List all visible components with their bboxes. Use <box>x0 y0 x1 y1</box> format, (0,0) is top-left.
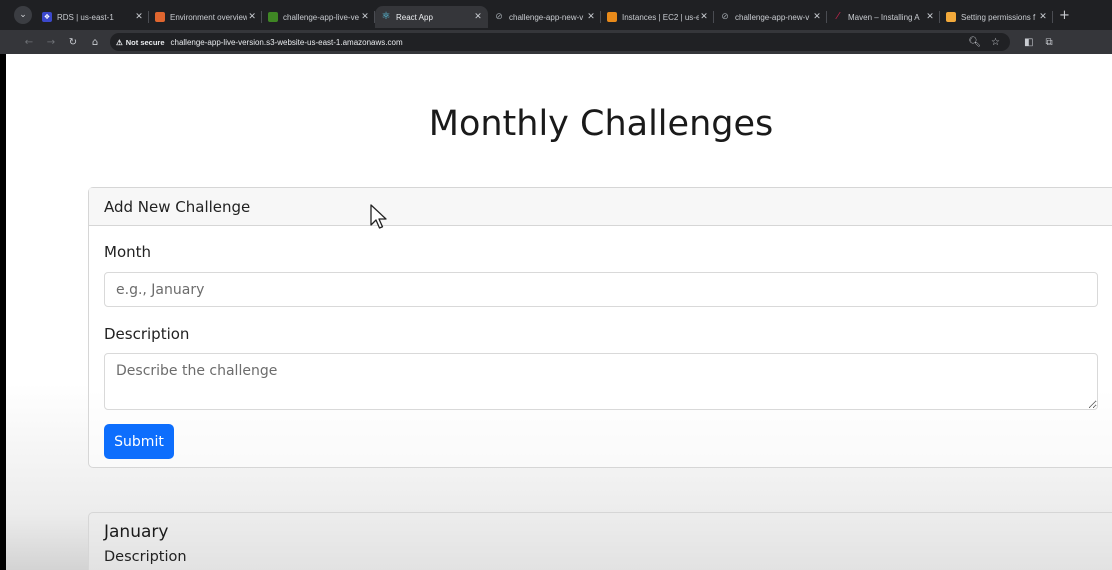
extensions-icon[interactable]: ⧉ <box>1045 37 1052 48</box>
description-textarea[interactable] <box>104 353 1098 410</box>
tab-title: Maven – Installing A <box>848 12 920 22</box>
close-tab-icon[interactable]: ✕ <box>473 12 483 22</box>
challenge-description-label: Description <box>104 549 187 565</box>
add-challenge-card: Add New Challenge Month Description Subm… <box>88 187 1112 468</box>
tab-title: Instances | EC2 | us-e <box>622 12 700 22</box>
browser-tab[interactable]: Instances | EC2 | us-e ✕ <box>601 6 714 28</box>
close-tab-icon[interactable]: ✕ <box>812 12 822 22</box>
browser-tab[interactable]: ⁄ Maven – Installing A ✕ <box>827 6 940 28</box>
add-challenge-form: Month Description Submit <box>89 243 1112 459</box>
tab-title: challenge-app-new-v <box>509 12 584 22</box>
browser-tab[interactable]: ⊘ challenge-app-new-v ✕ <box>714 6 827 28</box>
tab-title: challenge-app-new-v <box>735 12 810 22</box>
aws-s3-icon <box>268 12 278 22</box>
globe-icon: ⊘ <box>721 12 729 22</box>
month-input[interactable] <box>104 272 1098 307</box>
close-tab-icon[interactable]: ✕ <box>134 12 144 22</box>
bookmark-star-icon[interactable]: ☆ <box>991 37 1000 48</box>
forward-arrow-icon[interactable]: → <box>40 37 62 48</box>
submit-button[interactable]: Submit <box>104 424 174 459</box>
zoom-icon[interactable]: 🔍︎ <box>968 37 981 48</box>
react-icon: ⚛ <box>381 11 391 22</box>
security-label: Not secure <box>125 37 165 47</box>
browser-tab-active[interactable]: ⚛ React App ✕ <box>375 6 488 28</box>
url-text[interactable]: challenge-app-live-version.s3-website-us… <box>171 38 403 47</box>
globe-icon: ⊘ <box>495 12 503 22</box>
tab-title: RDS | us-east-1 <box>57 12 114 22</box>
new-tab-icon[interactable]: + <box>1059 8 1070 23</box>
challenge-month: January <box>104 522 169 542</box>
tab-title: Setting permissions f <box>961 12 1036 22</box>
page-title: Monthly Challenges <box>428 104 774 144</box>
tab-title: React App <box>396 12 433 22</box>
aws-rds-icon: ❖ <box>42 12 52 22</box>
aws-beanstalk-icon <box>155 12 165 22</box>
browser-tab-strip: ⌄ ❖ RDS | us-east-1 ✕ Environment overvi… <box>0 0 1112 30</box>
security-chip[interactable]: ⚠ Not secure <box>116 38 171 47</box>
side-panel-icon[interactable]: ◧ <box>1024 37 1033 48</box>
browser-tab[interactable]: challenge-app-live-ve ✕ <box>262 6 375 28</box>
browser-toolbar: ← → ↻ ⌂ ⚠ Not secure challenge-app-live-… <box>0 30 1112 54</box>
browser-tab[interactable]: ❖ RDS | us-east-1 ✕ <box>36 6 149 28</box>
tab-title: Environment overview <box>170 12 248 22</box>
back-arrow-icon[interactable]: ← <box>18 37 40 48</box>
challenge-card: January Description <box>88 512 1112 570</box>
close-tab-icon[interactable]: ✕ <box>360 12 370 22</box>
mouse-pointer-icon <box>370 204 387 229</box>
close-tab-icon[interactable]: ✕ <box>247 12 257 22</box>
tab-title: challenge-app-live-ve <box>283 12 360 22</box>
browser-tab[interactable]: Environment overview ✕ <box>149 6 262 28</box>
aws-ec2-icon <box>607 12 617 22</box>
warning-icon: ⚠ <box>116 37 123 47</box>
home-icon[interactable]: ⌂ <box>84 37 106 48</box>
docs-icon <box>946 12 956 22</box>
address-bar[interactable]: ⚠ Not secure challenge-app-live-version.… <box>110 33 1010 51</box>
close-tab-icon[interactable]: ✕ <box>1038 12 1048 22</box>
tab-search-icon[interactable]: ⌄ <box>14 6 32 24</box>
close-tab-icon[interactable]: ✕ <box>699 12 709 22</box>
month-label: Month <box>104 243 152 261</box>
maven-feather-icon: ⁄ <box>837 11 839 22</box>
close-tab-icon[interactable]: ✕ <box>586 12 596 22</box>
browser-tab[interactable]: Setting permissions f ✕ <box>940 6 1053 28</box>
add-challenge-header: Add New Challenge <box>89 188 1112 226</box>
browser-tab[interactable]: ⊘ challenge-app-new-v ✕ <box>488 6 601 28</box>
reload-icon[interactable]: ↻ <box>62 37 84 48</box>
page-viewport: Monthly Challenges Add New Challenge Mon… <box>6 54 1112 570</box>
description-label: Description <box>104 325 190 343</box>
close-tab-icon[interactable]: ✕ <box>925 12 935 22</box>
